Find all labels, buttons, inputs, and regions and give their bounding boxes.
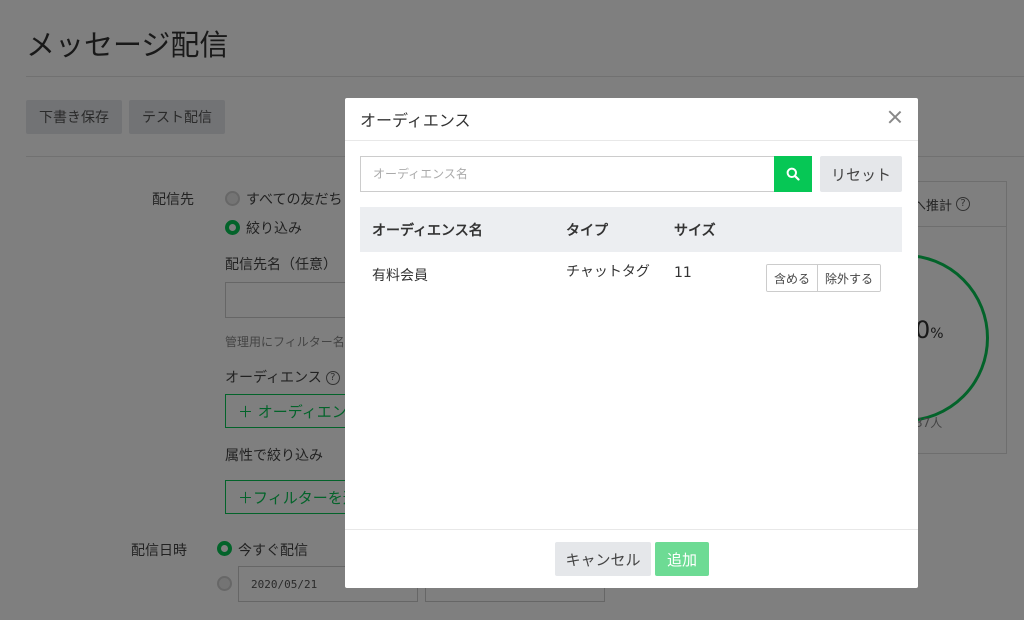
modal-header: オーディエンス [345, 98, 918, 141]
modal-footer: キャンセル 追加 [345, 529, 918, 588]
audience-size-cell: 11 [674, 265, 692, 281]
modal-title: オーディエンス [360, 111, 471, 130]
column-header-type: タイプ [566, 223, 608, 239]
audience-type-cell: チャットタグ [566, 264, 650, 280]
search-button[interactable] [774, 156, 812, 192]
include-exclude-group: 含める 除外する [766, 264, 882, 292]
table-row: 有料会員 チャットタグ 11 含める 除外する [360, 252, 902, 312]
add-button[interactable]: 追加 [655, 542, 709, 576]
audience-search-row: リセット [360, 156, 902, 192]
table-header: オーディエンス名 タイプ サイズ [360, 207, 902, 252]
audience-modal: オーディエンス リセット オーディエンス名 タイプ サイズ 有料会員 チャットタ… [345, 98, 918, 588]
exclude-button[interactable]: 除外する [817, 265, 881, 291]
audience-name-cell: 有料会員 [372, 268, 428, 284]
close-icon[interactable] [886, 108, 904, 126]
column-header-size: サイズ [674, 223, 716, 239]
audience-search-input[interactable] [360, 156, 774, 192]
include-button[interactable]: 含める [767, 265, 818, 291]
cancel-button[interactable]: キャンセル [555, 542, 651, 576]
column-header-name: オーディエンス名 [372, 223, 483, 239]
search-icon [786, 167, 800, 181]
reset-button[interactable]: リセット [820, 156, 902, 192]
